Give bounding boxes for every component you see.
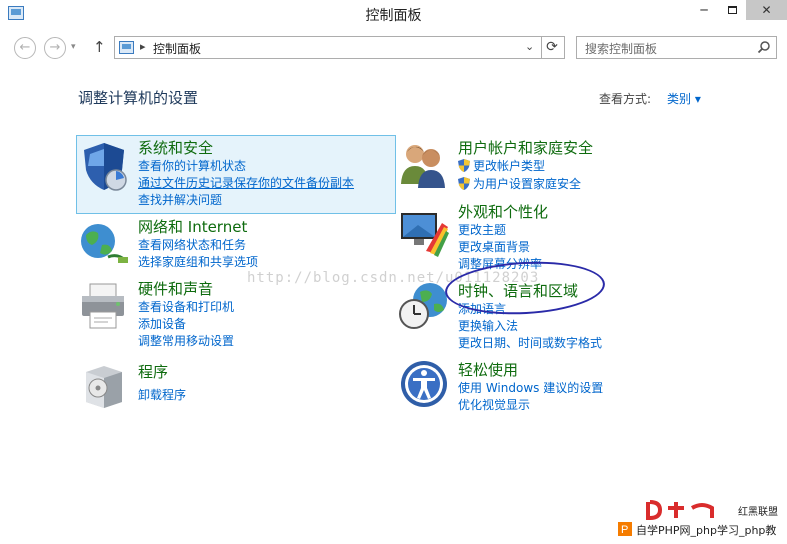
- ease-of-access-icon[interactable]: [398, 358, 450, 410]
- view-by-dropdown[interactable]: 类别 ▾: [667, 90, 701, 107]
- link-add-device[interactable]: 添加设备: [138, 315, 186, 332]
- uac-shield-icon: [458, 177, 470, 190]
- svg-text:P: P: [621, 524, 628, 536]
- category-title-user-accounts[interactable]: 用户帐户和家庭安全: [458, 137, 593, 158]
- link-change-account-type-label: 更改帐户类型: [473, 159, 546, 173]
- link-mobility-settings[interactable]: 调整常用移动设置: [138, 332, 234, 349]
- link-uninstall-program[interactable]: 卸载程序: [138, 386, 186, 403]
- link-family-safety[interactable]: 为用户设置家庭安全: [458, 175, 581, 192]
- category-title-ease-of-access[interactable]: 轻松使用: [458, 359, 518, 380]
- logo-caption: 自学PHP网_php学习_php教: [636, 524, 777, 537]
- category-title-programs[interactable]: 程序: [138, 361, 168, 382]
- link-change-theme[interactable]: 更改主题: [458, 221, 506, 238]
- address-dropdown-icon[interactable]: ⌄: [525, 40, 534, 53]
- link-homegroup-sharing[interactable]: 选择家庭组和共享选项: [138, 253, 258, 270]
- link-troubleshoot[interactable]: 查找并解决问题: [138, 191, 222, 208]
- recent-locations-icon[interactable]: ▾: [71, 42, 76, 52]
- refresh-button[interactable]: ⟳: [540, 36, 565, 59]
- link-date-time-format[interactable]: 更改日期、时间或数字格式: [458, 334, 602, 351]
- programs-box-icon[interactable]: [78, 358, 130, 410]
- link-change-account-type[interactable]: 更改帐户类型: [458, 157, 545, 174]
- network-globe-icon[interactable]: [78, 217, 130, 269]
- users-icon[interactable]: [398, 138, 450, 190]
- control-panel-icon: [119, 41, 134, 54]
- printer-icon[interactable]: [78, 280, 130, 332]
- link-family-safety-label: 为用户设置家庭安全: [473, 177, 582, 191]
- uac-shield-icon: [458, 159, 470, 172]
- appearance-monitor-icon[interactable]: [398, 207, 450, 259]
- link-devices-printers[interactable]: 查看设备和打印机: [138, 298, 234, 315]
- logo-brand-text: 红黑联盟: [738, 507, 778, 518]
- category-title-appearance[interactable]: 外观和个性化: [458, 201, 548, 222]
- link-desktop-background[interactable]: 更改桌面背景: [458, 238, 530, 255]
- search-icon[interactable]: [757, 40, 771, 54]
- clock-globe-icon[interactable]: [398, 280, 450, 332]
- link-file-history-backup[interactable]: 通过文件历史记录保存你的文件备份副本: [138, 174, 354, 191]
- link-optimize-visual-display[interactable]: 优化视觉显示: [458, 396, 530, 413]
- maximize-icon: [727, 6, 737, 14]
- back-button[interactable]: ←: [14, 37, 36, 59]
- search-input[interactable]: 搜索控制面板: [585, 40, 657, 57]
- category-title-hardware-sound[interactable]: 硬件和声音: [138, 278, 213, 299]
- close-button[interactable]: ✕: [746, 0, 787, 20]
- up-button[interactable]: ↑: [93, 38, 106, 56]
- minimize-button[interactable]: ─: [690, 0, 718, 20]
- title-bar: 控制面板 ─ ✕: [0, 0, 787, 28]
- window-title: 控制面板: [365, 8, 422, 24]
- forward-button[interactable]: →: [44, 37, 66, 59]
- link-network-status[interactable]: 查看网络状态和任务: [138, 236, 246, 253]
- navigation-bar: ← → ▾ ↑ ▸ 控制面板 ⌄ ⟳ 搜索控制面板: [0, 30, 787, 64]
- category-title-system-security[interactable]: 系统和安全: [138, 137, 213, 158]
- category-title-network-internet[interactable]: 网络和 Internet: [138, 216, 247, 237]
- maximize-button[interactable]: [718, 0, 746, 20]
- link-windows-recommended-settings[interactable]: 使用 Windows 建议的设置: [458, 379, 603, 396]
- search-box[interactable]: 搜索控制面板: [576, 36, 777, 59]
- page-heading: 调整计算机的设置: [78, 89, 199, 107]
- system-security-shield-icon[interactable]: [78, 140, 130, 192]
- link-change-input-method[interactable]: 更换输入法: [458, 317, 518, 334]
- view-by-label: 查看方式:: [599, 92, 652, 106]
- breadcrumb-chevron-icon[interactable]: ▸: [140, 40, 146, 53]
- breadcrumb-control-panel[interactable]: 控制面板: [153, 40, 201, 57]
- address-bar[interactable]: ▸ 控制面板 ⌄: [114, 36, 542, 59]
- link-view-computer-status[interactable]: 查看你的计算机状态: [138, 157, 246, 174]
